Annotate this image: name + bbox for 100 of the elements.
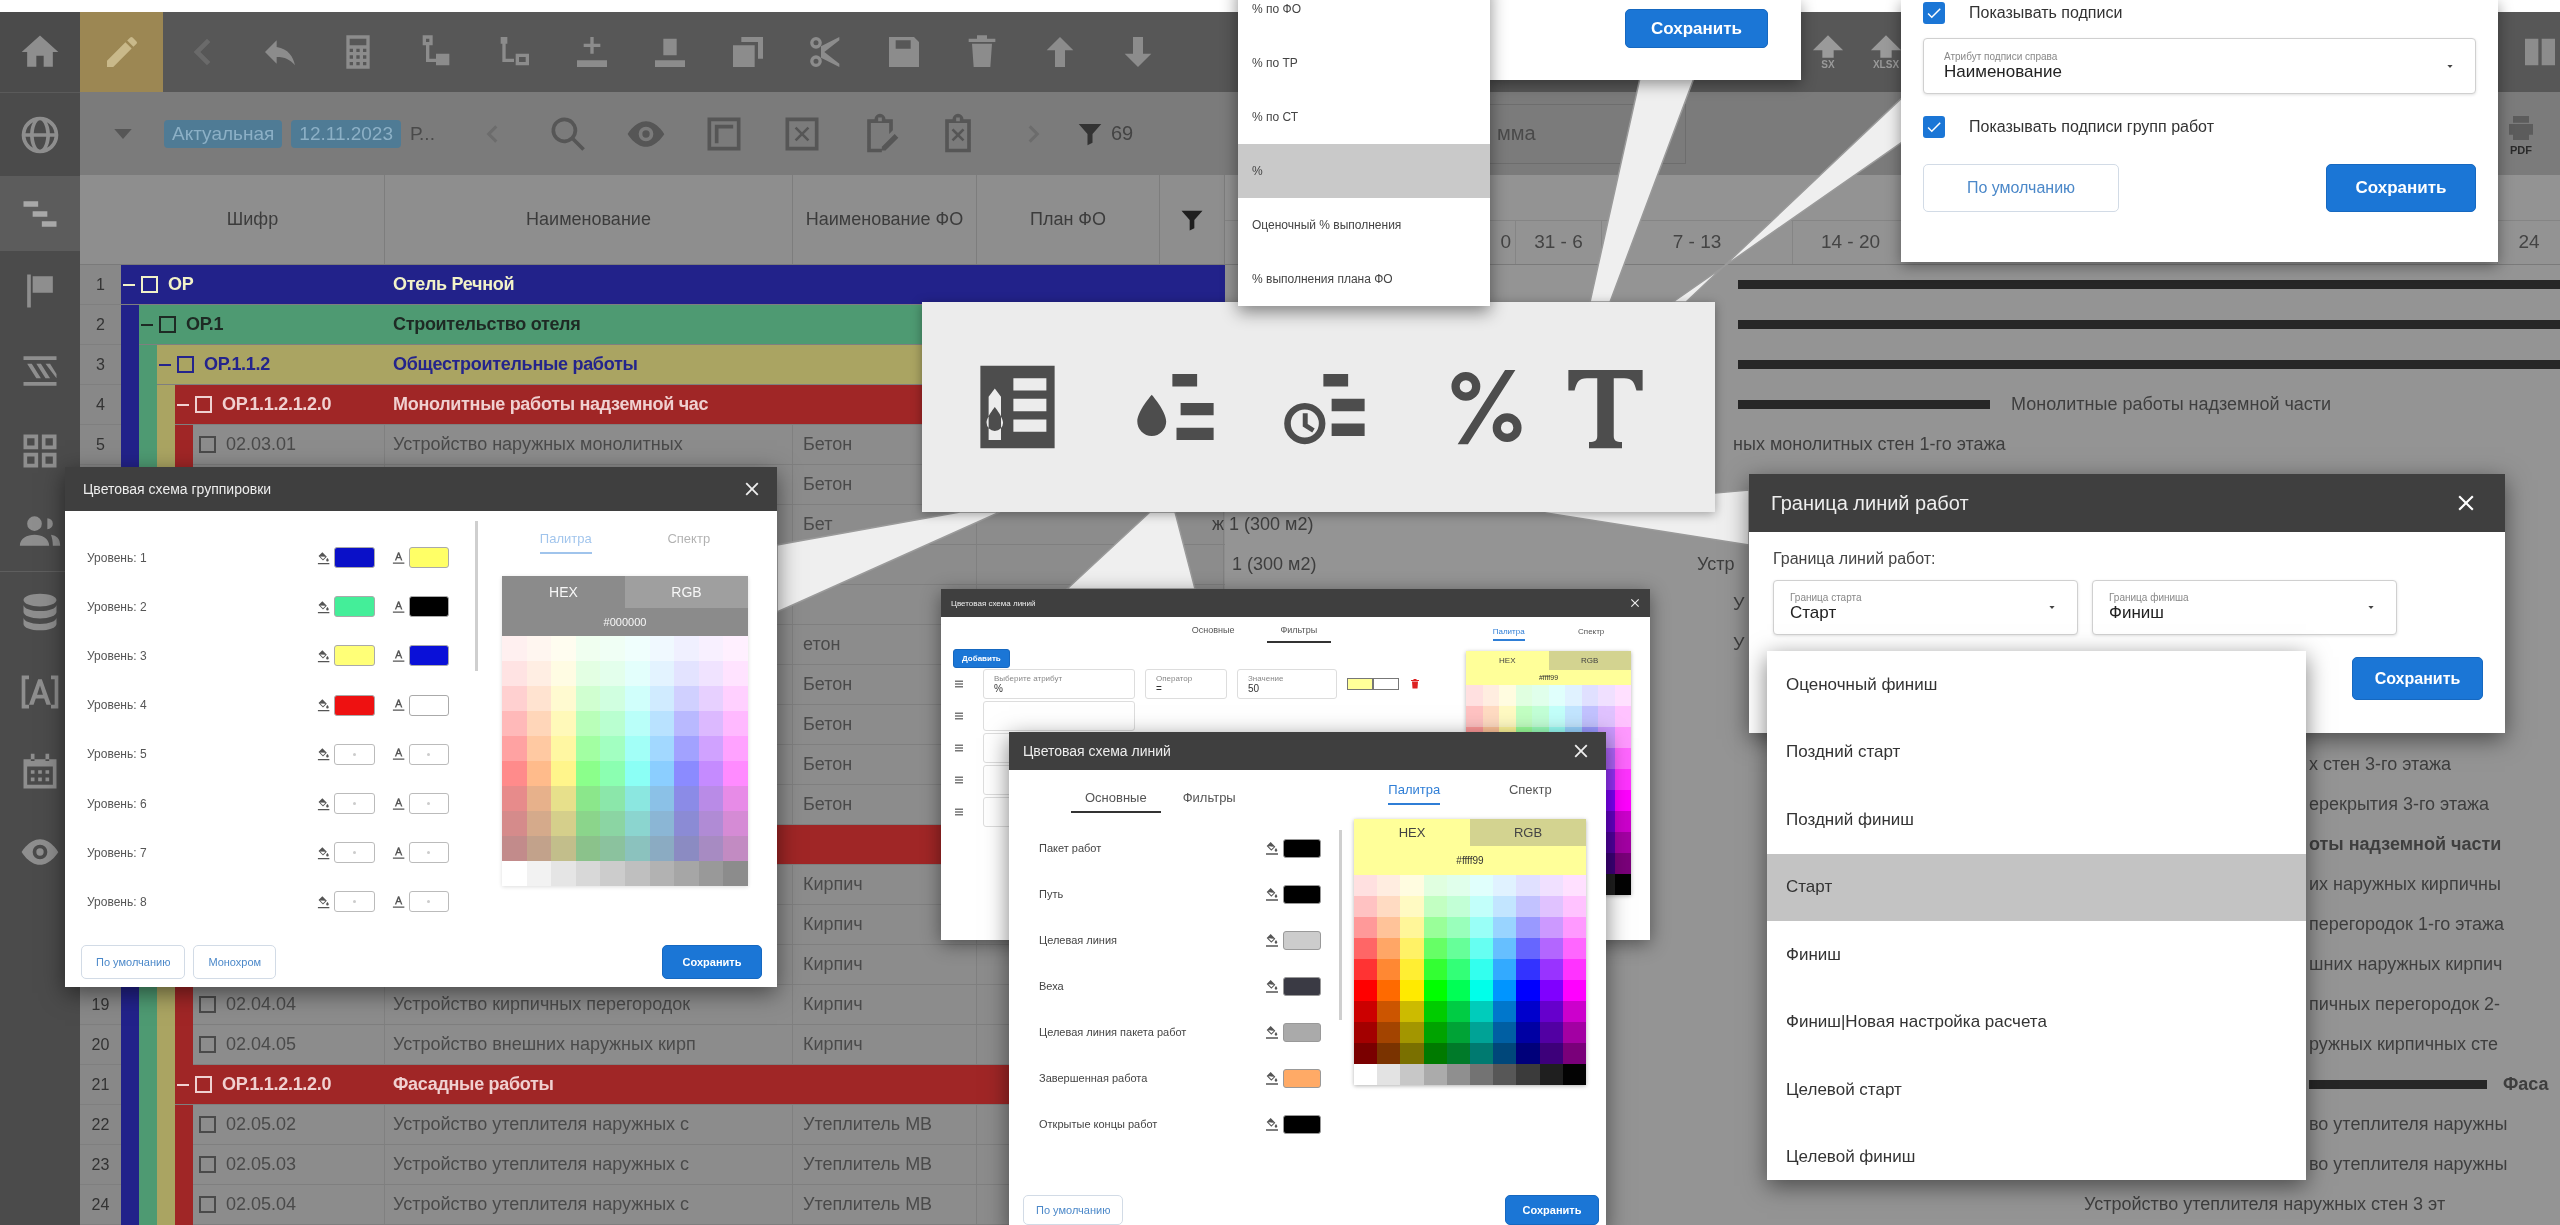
bar-label: шних наружных кирпич — [2309, 954, 2503, 975]
color-swatch[interactable] — [1283, 838, 1321, 858]
dropdown-option[interactable]: % по ТР — [1238, 36, 1490, 90]
select-field[interactable]: Атрибут подписи справа Наименование — [1923, 38, 2476, 94]
save-button[interactable]: Сохранить — [662, 944, 762, 979]
save-button[interactable]: Сохранить — [1505, 1195, 1599, 1225]
level-label: Уровень: 4 — [87, 698, 148, 713]
color-swatch[interactable] — [1373, 678, 1399, 690]
color-swatch[interactable] — [1283, 976, 1321, 996]
select-field[interactable]: Оператор = — [1145, 669, 1227, 699]
level-stripe — [139, 985, 157, 1025]
dropdown-option[interactable]: Целевой финиш — [1767, 1123, 2306, 1191]
trash-icon[interactable] — [1409, 677, 1421, 691]
default-button[interactable]: По умолчанию — [1023, 1195, 1124, 1225]
checkbox[interactable] — [1923, 116, 1945, 138]
fill-color-swatch[interactable] — [334, 891, 375, 913]
column-header[interactable]: Шифр — [121, 175, 385, 264]
tab[interactable]: Основные — [1177, 625, 1249, 643]
text-color-swatch[interactable] — [408, 547, 449, 569]
text-color-swatch[interactable] — [408, 694, 449, 716]
save-button[interactable]: Сохранить — [1625, 9, 1768, 48]
drag-handle-icon[interactable] — [953, 774, 965, 786]
select-field[interactable]: Граница финиша Финиш — [2092, 580, 2397, 635]
add-button[interactable]: Добавить — [953, 649, 1010, 668]
select-field[interactable]: Граница старта Старт — [1773, 580, 2078, 635]
dropdown-option[interactable]: Старт — [1767, 853, 2306, 921]
tab[interactable]: HEX — [1354, 819, 1470, 846]
dropdown-option[interactable]: Финиш — [1767, 921, 2306, 989]
select-field[interactable]: Выберите атрибут % — [983, 669, 1135, 699]
tab[interactable]: Фильтры — [1266, 625, 1332, 643]
text-color-swatch[interactable] — [408, 743, 449, 765]
monochrome-button[interactable]: Монохром — [193, 944, 277, 979]
group-row[interactable]: ОР Отель Речной — [121, 265, 1225, 305]
drag-handle-icon[interactable] — [953, 742, 965, 754]
text-color-swatch[interactable] — [408, 596, 449, 618]
default-button[interactable]: По умолчанию — [81, 944, 186, 979]
tab[interactable]: Палитра — [1492, 627, 1525, 641]
save-button[interactable]: Сохранить — [2326, 164, 2476, 212]
fill-color-swatch[interactable] — [334, 547, 375, 569]
dropdown-option[interactable]: % по ФО — [1238, 0, 1490, 36]
table-cell: Устройство наружных монолитных — [393, 434, 683, 455]
row-number: 2 — [96, 315, 105, 334]
fill-color-swatch[interactable] — [334, 596, 375, 618]
text-color-swatch[interactable] — [408, 645, 449, 667]
default-button[interactable]: По умолчанию — [1923, 164, 2119, 212]
save-button[interactable]: Сохранить — [2352, 657, 2483, 700]
tab[interactable]: Основные — [1071, 790, 1161, 813]
table-cell: Кирпич — [803, 874, 863, 895]
color-swatch[interactable] — [1283, 930, 1321, 950]
fill-color-swatch[interactable] — [334, 743, 375, 765]
select-field[interactable] — [983, 701, 1135, 731]
dropdown-option[interactable]: % выполнения плана ФО — [1238, 252, 1490, 306]
row-checkbox[interactable] — [199, 1196, 216, 1213]
row-checkbox[interactable] — [199, 1116, 216, 1133]
dropdown-option[interactable]: % — [1238, 144, 1490, 198]
row-checkbox[interactable] — [199, 1156, 216, 1173]
column-header[interactable]: План ФО — [977, 175, 1160, 264]
checkbox[interactable] — [1923, 2, 1945, 24]
row-checkbox[interactable] — [159, 316, 176, 333]
color-swatch[interactable] — [1283, 1022, 1321, 1042]
dropdown-option[interactable]: Финиш|Новая настройка расчета — [1767, 988, 2306, 1056]
text-color-swatch[interactable] — [408, 793, 449, 815]
dropdown-option[interactable]: Поздний финиш — [1767, 786, 2306, 854]
drag-handle-icon[interactable] — [953, 806, 965, 818]
fill-color-swatch[interactable] — [334, 793, 375, 815]
color-swatch[interactable] — [1283, 884, 1321, 904]
tab[interactable]: Спектр — [1508, 782, 1552, 805]
text-color-swatch[interactable] — [408, 842, 449, 864]
drag-handle-icon[interactable] — [953, 678, 965, 690]
row-number: 5 — [96, 435, 105, 454]
row-checkbox[interactable] — [199, 1036, 216, 1053]
color-swatch[interactable] — [1283, 1114, 1321, 1134]
tab[interactable]: Палитра — [1388, 782, 1441, 805]
print-pdf-button[interactable]: PDF — [2496, 111, 2546, 156]
tab[interactable]: Спектр — [1578, 627, 1605, 641]
tab[interactable]: RGB — [1548, 651, 1631, 670]
drag-handle-icon[interactable] — [953, 710, 965, 722]
text-color-swatch[interactable] — [408, 891, 449, 913]
fill-color-swatch[interactable] — [334, 842, 375, 864]
color-swatch[interactable] — [1347, 678, 1373, 690]
dropdown-option[interactable]: Оценочный % выполнения — [1238, 198, 1490, 252]
row-checkbox[interactable] — [199, 436, 216, 453]
edit-mode-button[interactable] — [80, 12, 163, 92]
dropdown-option[interactable]: Поздний старт — [1767, 718, 2306, 786]
column-header[interactable]: Наименование ФО — [793, 175, 977, 264]
fill-color-swatch[interactable] — [334, 645, 375, 667]
dropdown-option[interactable]: Оценочный финиш — [1767, 651, 2306, 719]
dropdown-option[interactable]: Целевой старт — [1767, 1056, 2306, 1124]
color-palette-drawing[interactable] — [1354, 875, 1586, 1085]
row-checkbox[interactable] — [177, 356, 194, 373]
tab[interactable]: HEX — [1466, 651, 1549, 670]
tab[interactable]: RGB — [1470, 819, 1586, 846]
input-field[interactable]: Значение 50 — [1237, 669, 1337, 699]
row-checkbox[interactable] — [199, 996, 216, 1013]
tab[interactable]: Фильтры — [1168, 790, 1250, 813]
close-icon[interactable] — [1628, 596, 1642, 610]
column-header[interactable]: Наименование — [385, 175, 793, 264]
fill-bucket-icon — [1264, 978, 1280, 994]
color-swatch[interactable] — [1283, 1068, 1321, 1088]
fill-color-swatch[interactable] — [334, 694, 375, 716]
